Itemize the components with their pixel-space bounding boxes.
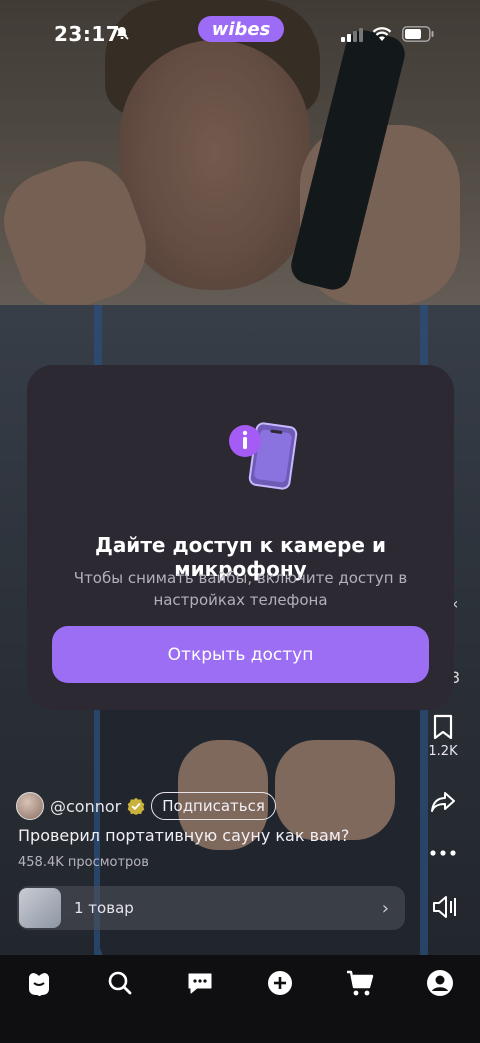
verified-badge-icon — [127, 797, 145, 815]
tab-search[interactable] — [100, 963, 140, 1003]
tab-profile[interactable] — [420, 963, 460, 1003]
chat-icon — [188, 973, 212, 994]
follow-button[interactable]: Подписаться — [151, 792, 276, 820]
permission-dialog: Дайте доступ к камере и микрофону Чтобы … — [27, 365, 454, 710]
brand-logo: wibes — [198, 16, 284, 42]
share-icon — [431, 792, 455, 812]
tab-create[interactable] — [260, 963, 300, 1003]
bookmark-button[interactable]: 1.2K — [426, 714, 460, 759]
wifi-icon — [372, 27, 392, 41]
dialog-subtitle: Чтобы снимать вайбы, включите доступ в н… — [73, 569, 408, 609]
bell-off-icon — [115, 26, 129, 40]
product-thumbnail — [19, 888, 61, 928]
tab-home[interactable] — [19, 963, 59, 1003]
sound-muted-icon[interactable] — [430, 892, 460, 922]
tab-cart[interactable] — [340, 963, 380, 1003]
cellular-signal-icon — [341, 28, 363, 42]
phone-info-icon — [229, 422, 298, 490]
profile-icon — [427, 970, 453, 996]
username[interactable]: @connor — [50, 797, 121, 816]
bookmark-icon — [433, 714, 453, 740]
status-bar: 23:17 wibes — [0, 0, 480, 64]
tab-chat[interactable] — [180, 963, 220, 1003]
product-count-label: 1 товар — [74, 899, 134, 917]
video-caption[interactable]: Проверил портативную сауну как вам? — [18, 826, 349, 845]
share-button[interactable] — [426, 791, 460, 813]
search-icon — [108, 971, 132, 995]
view-count: 458.4K просмотров — [18, 855, 149, 870]
open-access-button[interactable]: Открыть доступ — [52, 626, 429, 683]
product-bar[interactable]: 1 товар › — [17, 886, 405, 930]
cart-icon — [347, 970, 374, 996]
chevron-right-icon: › — [381, 897, 389, 919]
add-icon — [268, 971, 292, 995]
bookmark-count: 1.2K — [428, 744, 458, 759]
battery-icon — [402, 26, 434, 42]
author-row: @connor Подписаться — [16, 791, 276, 821]
avatar[interactable] — [16, 792, 44, 820]
status-time: 23:17 — [54, 22, 121, 46]
more-button[interactable] — [426, 849, 460, 857]
app-screen: 23:17 wibes ‹ 3 1.2K @connor Подписаться… — [0, 0, 480, 1043]
more-dots-icon — [430, 850, 456, 856]
active-tab-indicator — [37, 991, 42, 996]
bottom-tab-bar — [0, 955, 480, 1043]
